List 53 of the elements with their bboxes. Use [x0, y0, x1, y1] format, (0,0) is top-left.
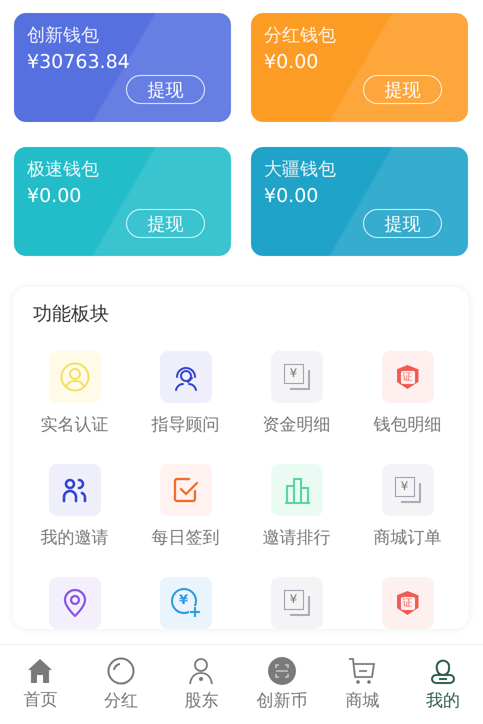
feature-label[interactable]: 邀请排行: [262, 526, 330, 549]
feature-tile[interactable]: 证: [382, 577, 434, 629]
feature-tile[interactable]: [270, 464, 322, 516]
feature-tile[interactable]: [160, 464, 212, 516]
feature-tile[interactable]: ¥: [160, 577, 212, 629]
tab-item[interactable]: 创新币: [242, 645, 322, 724]
feature-label[interactable]: 指导顾问: [152, 413, 220, 436]
wallet-name: 分红钱包: [264, 24, 336, 47]
feature-tile[interactable]: ¥: [382, 464, 434, 516]
shield-icon: 证: [396, 591, 418, 615]
home-icon: [27, 658, 54, 684]
wallet-balance: ¥30763.84: [27, 51, 130, 73]
wallet-balance: ¥0.00: [27, 185, 82, 207]
user-icon: [188, 657, 214, 685]
feature-label[interactable]: 我的邀请: [40, 526, 108, 549]
tab-item[interactable]: 分红: [80, 645, 161, 724]
feature-label[interactable]: 每日签到: [152, 526, 220, 549]
wallet-card[interactable]: 创新钱包 ¥30763.84 提现: [14, 13, 231, 122]
circle-icon: [106, 657, 135, 685]
bar-chart-icon: [282, 476, 310, 504]
person-icon: [60, 362, 90, 392]
tab-item[interactable]: 股东: [161, 645, 242, 724]
feature-tile[interactable]: ¥: [270, 351, 322, 403]
feature-label[interactable]: 商城订单: [374, 526, 442, 549]
profile-icon: [428, 657, 457, 685]
wallet-balance: ¥0.00: [264, 51, 318, 73]
cart-icon: [348, 657, 376, 685]
wallet-card[interactable]: 大疆钱包 ¥0.00 提现: [251, 147, 468, 256]
feature-tile[interactable]: [48, 464, 100, 516]
withdraw-button[interactable]: 提现: [126, 75, 205, 104]
tab-item[interactable]: 首页: [0, 645, 80, 724]
feature-tile[interactable]: ¥: [270, 577, 322, 629]
wallet-name: 极速钱包: [27, 158, 99, 181]
feature-tile[interactable]: [48, 577, 100, 629]
tab-item[interactable]: 商城: [322, 645, 402, 724]
feature-label[interactable]: 实名认证: [40, 413, 108, 436]
wallet-name: 创新钱包: [27, 24, 99, 47]
people-icon: [62, 477, 88, 503]
wallet-balance: ¥0.00: [264, 185, 318, 207]
feature-tile[interactable]: 证: [382, 351, 434, 403]
withdraw-button[interactable]: 提现: [363, 209, 442, 238]
shield-icon: 证: [396, 365, 418, 389]
panel-title: 功能板块: [33, 302, 109, 327]
wallet-card[interactable]: 极速钱包 ¥0.00 提现: [14, 147, 231, 256]
feature-label[interactable]: 钱包明细: [374, 413, 442, 436]
location-pin-icon: [62, 589, 86, 617]
tab-item[interactable]: 我的: [402, 645, 483, 724]
scan-coin-icon: [268, 657, 296, 685]
checkbox-icon: [172, 477, 198, 503]
feature-tile[interactable]: [160, 351, 212, 403]
feature-tile[interactable]: [48, 351, 100, 403]
wallet-name: 大疆钱包: [264, 158, 336, 181]
feature-label[interactable]: 资金明细: [262, 413, 330, 436]
